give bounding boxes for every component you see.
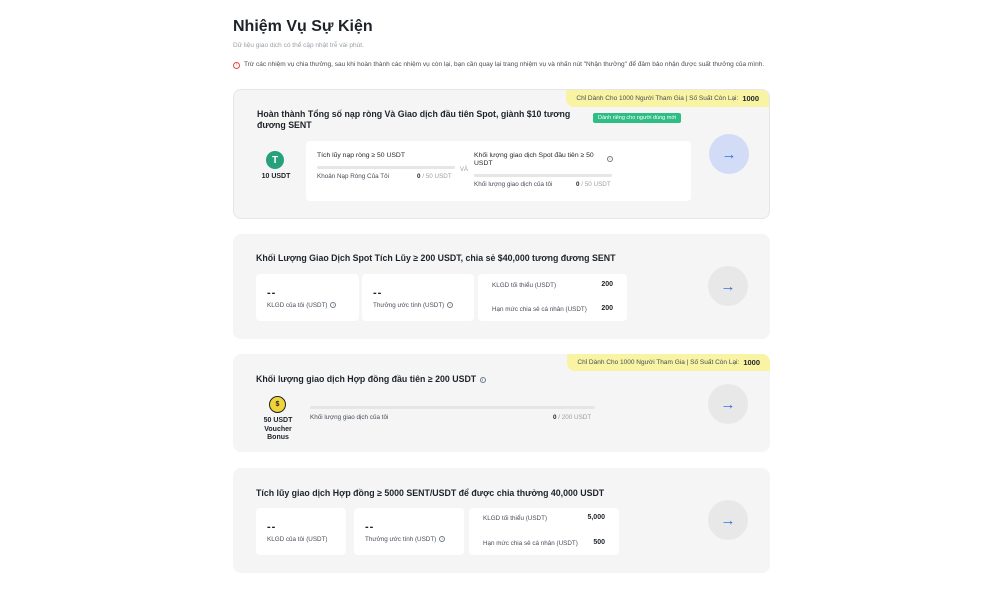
task-card-2: Khối Lượng Giao Dịch Spot Tích Lũy ≥ 200…	[233, 234, 770, 339]
est-reward-value: --	[365, 521, 375, 533]
arrow-right-icon: →	[720, 511, 736, 529]
voucher-coin-icon: $	[269, 396, 286, 413]
go-task-button[interactable]: →	[708, 266, 748, 306]
reward-label: 50 USDT Voucher Bonus	[263, 417, 293, 441]
notice-text: Trừ các nhiệm vụ chia thưởng, sau khi ho…	[244, 61, 765, 68]
min-volume-label: KLGD tối thiểu (USDT)	[483, 515, 548, 522]
my-volume-box: -- KLGD của tôi (USDT) i	[256, 274, 359, 321]
and-separator: VÀ	[460, 167, 469, 173]
my-volume-value: --	[267, 287, 277, 299]
quota-count: 1000	[742, 94, 759, 103]
req-deposit-progress-value: 0 / 50 USDT	[417, 173, 452, 180]
help-icon[interactable]: i	[439, 536, 446, 543]
reward-label: 10 USDT	[261, 173, 291, 180]
share-cap-value: 500	[593, 539, 605, 546]
task-card-4: Tích lũy giao dịch Hợp đồng ≥ 5000 SENT/…	[233, 468, 770, 573]
go-task-button[interactable]: →	[708, 500, 748, 540]
limits-box: KLGD tối thiểu (USDT) 200 Hạn mức chia s…	[478, 274, 627, 321]
requirements-panel: Tích lũy nạp ròng ≥ 50 USDT Khoản Nạp Rò…	[306, 141, 691, 201]
task-title: Tích lũy giao dịch Hợp đồng ≥ 5000 SENT/…	[256, 488, 605, 498]
task-card-3: Chỉ Dành Cho 1000 Người Tham Gia | Số Su…	[233, 354, 770, 452]
req-spot-progress-bar	[474, 174, 612, 177]
page-subtitle: Dữ liệu giao dịch có thể cập nhật trễ và…	[233, 42, 364, 49]
arrow-right-icon: →	[720, 277, 736, 295]
est-reward-value: --	[373, 287, 383, 299]
my-volume-label: KLGD của tôi (USDT)	[267, 302, 328, 309]
est-reward-label: Thưởng ước tính (USDT)	[365, 536, 437, 543]
task-card-1: Chỉ Dành Cho 1000 Người Tham Gia | Số Su…	[233, 89, 770, 219]
notice: ! Trừ các nhiệm vụ chia thưởng, sau khi …	[233, 61, 773, 69]
help-icon[interactable]: i	[607, 156, 613, 162]
est-reward-box: -- Thưởng ước tính (USDT) i	[362, 274, 474, 321]
task-title-wrap: Khối lượng giao dịch Hợp đồng đầu tiên ≥…	[256, 374, 676, 385]
progress-label: Khối lượng giao dịch của tôi	[310, 414, 389, 421]
limits-box: KLGD tối thiểu (USDT) 5,000 Hạn mức chia…	[469, 508, 619, 555]
est-reward-label-wrap: Thưởng ước tính (USDT) i	[373, 302, 454, 309]
help-icon[interactable]: i	[479, 376, 486, 383]
req-spot-title: Khối lượng giao dịch Spot đầu tiên ≥ 50 …	[474, 152, 594, 167]
info-icon: !	[233, 61, 240, 69]
task-title: Khối lượng giao dịch Hợp đồng đầu tiên ≥…	[256, 374, 477, 384]
my-volume-label: KLGD của tôi (USDT)	[267, 536, 328, 543]
new-user-badge: Dành riêng cho người dùng mới	[593, 113, 682, 123]
req-deposit-title: Tích lũy nạp ròng ≥ 50 USDT	[317, 152, 405, 159]
my-volume-box: -- KLGD của tôi (USDT)	[256, 508, 346, 555]
help-icon[interactable]: i	[330, 302, 337, 309]
tether-coin-icon: T	[266, 151, 284, 169]
progress-value: 0 / 200 USDT	[553, 414, 592, 421]
progress-bar	[310, 406, 595, 409]
req-spot-progress-label: Khối lượng giao dịch của tôi	[474, 181, 553, 188]
est-reward-label: Thưởng ước tính (USDT)	[373, 302, 445, 309]
min-volume-value: 5,000	[587, 514, 605, 521]
min-volume-value: 200	[601, 281, 613, 288]
quota-ribbon: Chỉ Dành Cho 1000 Người Tham Gia | Số Su…	[566, 90, 769, 107]
go-task-button[interactable]: →	[709, 134, 749, 174]
quota-text: Chỉ Dành Cho 1000 Người Tham Gia | Số Su…	[577, 359, 740, 366]
task-title: Hoàn thành Tổng số nạp ròng Và Giao dịch…	[257, 109, 571, 130]
page-title: Nhiệm Vụ Sự Kiện	[233, 18, 373, 35]
help-icon[interactable]: i	[447, 302, 454, 309]
est-reward-label-wrap: Thưởng ước tính (USDT) i	[365, 536, 446, 543]
quota-ribbon: Chỉ Dành Cho 1000 Người Tham Gia | Số Su…	[567, 354, 770, 371]
arrow-right-icon: →	[720, 395, 736, 413]
my-volume-value: --	[267, 521, 277, 533]
req-deposit-progress-bar	[317, 166, 455, 169]
est-reward-box: -- Thưởng ước tính (USDT) i	[354, 508, 464, 555]
share-cap-label: Hạn mức chia sẻ cá nhân (USDT)	[492, 306, 587, 313]
min-volume-label: KLGD tối thiểu (USDT)	[492, 282, 557, 289]
req-spot-progress-value: 0 / 50 USDT	[576, 181, 611, 188]
quota-text: Chỉ Dành Cho 1000 Người Tham Gia | Số Su…	[576, 95, 739, 102]
task-title: Khối Lượng Giao Dịch Spot Tích Lũy ≥ 200…	[256, 253, 616, 263]
req-deposit-progress-label: Khoản Nạp Ròng Của Tôi	[317, 173, 389, 180]
my-volume-label-wrap: KLGD của tôi (USDT) i	[267, 302, 337, 309]
arrow-right-icon: →	[721, 145, 737, 163]
quota-count: 1000	[743, 358, 760, 367]
go-task-button[interactable]: →	[708, 384, 748, 424]
share-cap-value: 200	[601, 305, 613, 312]
share-cap-label: Hạn mức chia sẻ cá nhân (USDT)	[483, 540, 578, 547]
